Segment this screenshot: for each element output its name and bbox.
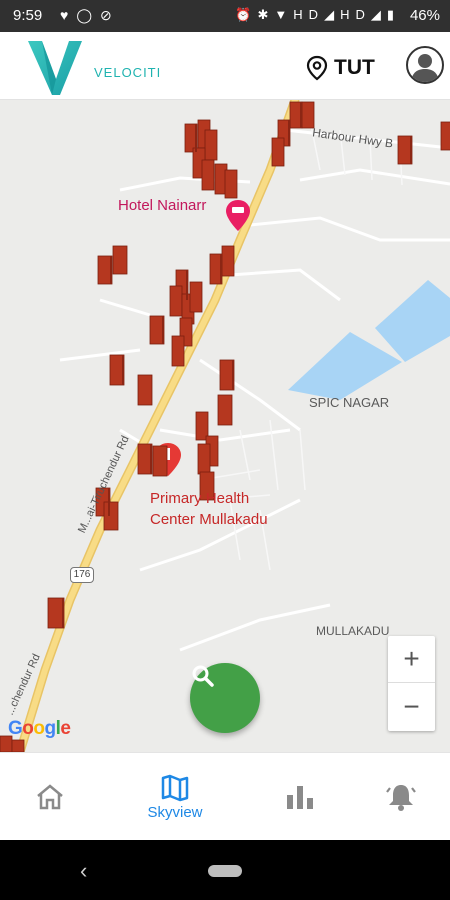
- circle-icon: ◯: [76, 7, 100, 23]
- google-letter: g: [44, 718, 57, 739]
- nav-item-alerts[interactable]: [345, 753, 450, 841]
- zoom-in-button[interactable]: +: [388, 636, 435, 683]
- map-label-phc[interactable]: Primary Health Center Mullakadu: [150, 488, 268, 530]
- map-canvas: [0, 100, 450, 752]
- home-icon: [37, 784, 63, 810]
- water-body: [288, 332, 402, 400]
- brand-name: VELOCITI: [94, 65, 162, 80]
- map-label-spic-nagar: SPIC NAGAR: [309, 395, 390, 410]
- map-label-phc-line2: Center Mullakadu: [150, 511, 268, 528]
- google-attribution: Google: [8, 718, 71, 740]
- location-code: TUT: [334, 56, 375, 79]
- wifi-icon: ▼: [274, 7, 294, 22]
- nav-item-skyview[interactable]: Skyview: [119, 753, 231, 841]
- map-label-hotel[interactable]: Hotel Nainarr: [118, 197, 206, 214]
- google-letter: o: [22, 718, 34, 739]
- nav-item-stats[interactable]: [244, 753, 356, 841]
- search-fab-button[interactable]: [190, 663, 260, 733]
- home-pill-button[interactable]: [208, 865, 242, 877]
- profile-avatar[interactable]: [406, 46, 444, 84]
- nav-item-home[interactable]: [0, 753, 106, 841]
- battery-icon: ▮: [386, 7, 400, 22]
- water-body: [375, 280, 450, 362]
- user-icon: [411, 54, 439, 82]
- google-letter: e: [60, 718, 71, 739]
- refresh-icon: ⊘: [99, 7, 120, 23]
- map-view[interactable]: Harbour Hwy B Hotel Nainarr Primary Heal…: [0, 100, 450, 752]
- map-label-phc-line1: Primary Health: [150, 490, 250, 507]
- search-icon: [192, 665, 214, 687]
- map-label-mullakadu: MULLAKADU: [316, 624, 390, 638]
- google-letter: o: [33, 718, 45, 739]
- battery-percent: 46%: [409, 7, 440, 24]
- signal-icon: ◢: [370, 7, 387, 22]
- bottom-nav: Skyview: [0, 752, 450, 840]
- status-time: 9:59: [13, 7, 43, 24]
- back-icon[interactable]: ‹: [80, 858, 87, 884]
- alarm-icon: ⏰: [235, 7, 258, 22]
- hd-icon: HD: [340, 7, 371, 22]
- status-bar: 9:59 ♥◯⊘ ⏰✱▼HD◢HD◢▮ 46%: [0, 0, 450, 32]
- heart-icon: ♥: [60, 7, 77, 23]
- route-shield: 176: [70, 567, 94, 583]
- map-icon: [161, 774, 189, 801]
- nav-label-skyview: Skyview: [147, 803, 203, 821]
- zoom-controls: + −: [388, 636, 435, 731]
- status-left-icons: ♥◯⊘: [60, 7, 120, 24]
- location-selector[interactable]: TUT: [306, 54, 375, 82]
- status-right-icons: ⏰✱▼HD◢HD◢▮: [235, 7, 400, 23]
- system-nav-bar: ‹: [0, 840, 450, 900]
- building-markers[interactable]: [0, 101, 450, 752]
- google-letter: G: [8, 718, 23, 739]
- bar-chart-icon: [287, 786, 313, 809]
- alarm-bell-icon: [386, 785, 416, 811]
- hd-icon: HD: [293, 7, 325, 22]
- bluetooth-icon: ✱: [257, 7, 275, 22]
- zoom-out-button[interactable]: −: [388, 683, 435, 730]
- velociti-logo: [28, 41, 82, 95]
- location-pin-icon: [306, 55, 328, 81]
- signal-icon: ◢: [324, 7, 341, 22]
- app-header: VELOCITI TUT: [0, 32, 450, 100]
